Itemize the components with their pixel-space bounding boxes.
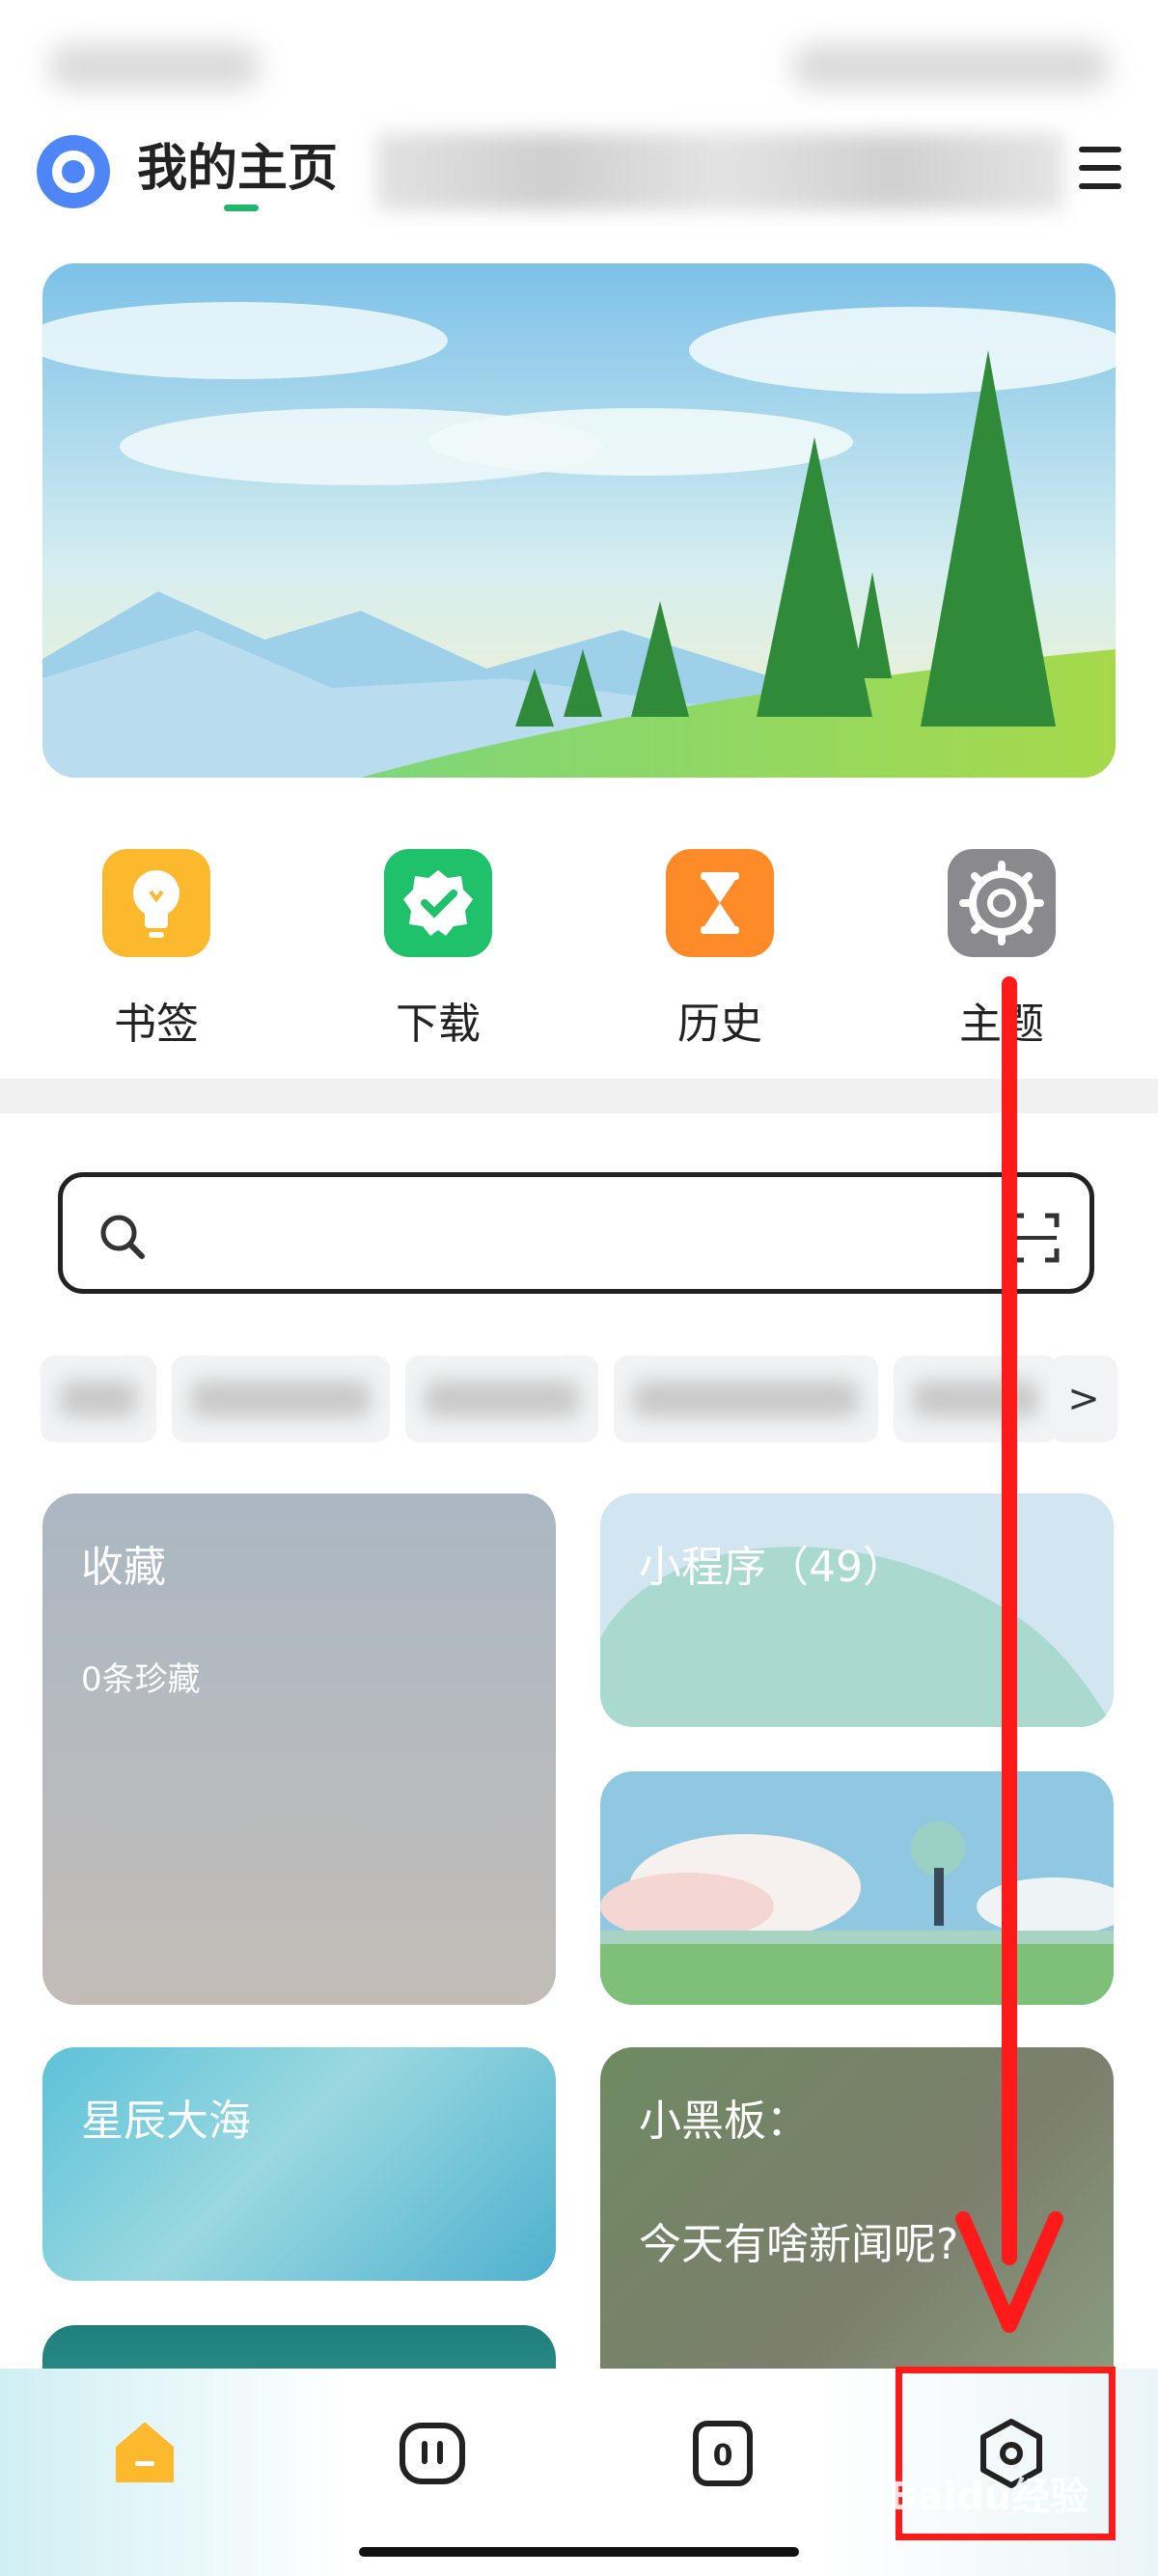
annotation-arrow [955,976,1063,2333]
header-tabs-blurred [376,133,1063,210]
theme-icon-tile[interactable] [948,849,1056,957]
hamburger-menu-icon[interactable] [1079,147,1121,193]
title-underline [224,205,259,211]
gear-icon [959,861,1044,945]
status-bar-right [791,44,1110,89]
quick-label-bookmark: 书签 [114,1000,199,1049]
ocean-card[interactable]: 星辰大海 [42,2047,556,2281]
pause-tab-icon[interactable] [398,2421,467,2486]
status-bar-left [48,44,261,89]
favorites-card-title: 收藏 [81,1543,166,1592]
mini-programs-card-title: 小程序（49） [639,1543,905,1592]
search-input[interactable] [58,1172,1094,1294]
bookmark-icon-tile[interactable] [102,849,210,957]
download-icon-tile[interactable] [384,849,492,957]
chip-2[interactable] [172,1356,390,1442]
watermark: Baidu经验 [888,2475,1089,2519]
chip-1[interactable] [41,1356,156,1442]
favorites-card-subtitle: 0条珍藏 [81,1660,201,1699]
browser-logo-icon[interactable] [37,135,110,208]
verified-badge-icon [403,870,473,936]
quick-label-download: 下载 [396,1000,481,1049]
home-icon[interactable] [110,2419,179,2488]
history-icon-tile[interactable] [666,849,774,957]
quick-label-history: 历史 [677,1000,762,1049]
tab-count-icon[interactable]: 0 [691,2419,755,2488]
hourglass-icon [701,872,739,934]
blackboard-card-title: 小黑板： [639,2096,809,2146]
home-indicator[interactable] [359,2547,799,2557]
lightbulb-icon [133,870,179,938]
search-icon [100,1215,145,1259]
chip-4[interactable] [614,1356,878,1442]
chip-3[interactable] [405,1356,598,1442]
banner-image[interactable] [42,263,1116,778]
ocean-card-title: 星辰大海 [81,2096,251,2146]
page-title: 我的主页 [137,140,339,198]
tab-count-text: 0 [713,2439,733,2473]
blackboard-card-body: 今天有啥新闻呢? [639,2220,959,2269]
favorites-card[interactable]: 收藏 0条珍藏 [42,1494,556,2005]
